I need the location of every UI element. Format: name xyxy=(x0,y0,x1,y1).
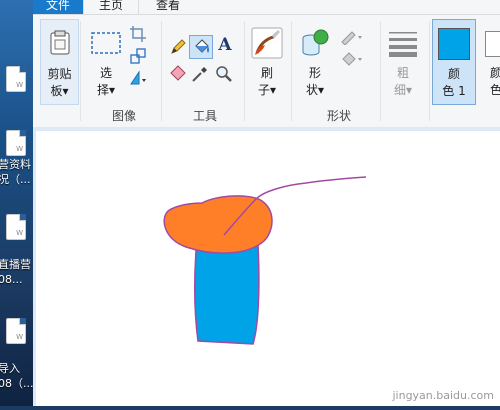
color2-button[interactable]: 颜色 xyxy=(481,19,500,103)
select-label: 选择▾ xyxy=(96,66,116,97)
color1-swatch xyxy=(438,28,470,60)
group-divider xyxy=(161,21,162,121)
text-tool-icon[interactable]: A xyxy=(216,35,234,57)
paint-window: 文件 主页 查看 剪贴 板▾ 选择▾ 图像 A 工具 刷 子▾ 形 状▾ 形状 … xyxy=(33,0,500,406)
tab-view[interactable]: 查看 xyxy=(143,0,193,14)
shapes-group-label: 形状 xyxy=(326,109,351,123)
tab-home[interactable]: 主页 xyxy=(83,0,139,14)
tab-file[interactable]: 文件 xyxy=(33,0,83,14)
clipboard-label: 剪贴 板▾ xyxy=(47,67,72,98)
desktop-file-label: 直播营 xyxy=(0,258,31,271)
clipboard-button[interactable]: 剪贴 板▾ xyxy=(40,19,79,105)
desktop-file-label: 导入 xyxy=(0,362,20,375)
brushes-button[interactable]: 刷子▾ xyxy=(247,19,287,103)
document-icon: W xyxy=(6,318,26,344)
select-rectangle-icon xyxy=(91,32,121,54)
color1-button[interactable]: 颜色 1 xyxy=(432,19,476,105)
desktop-strip: W W 营资料 况（... W 直播营 08... W 导入 08（... xyxy=(0,0,36,406)
eraser-icon[interactable] xyxy=(169,65,187,83)
size-label: 粗细▾ xyxy=(393,66,413,97)
desktop-file-3[interactable]: W 直播营 08... xyxy=(0,214,36,286)
crop-icon[interactable] xyxy=(129,25,147,43)
color2-label: 颜色 xyxy=(490,66,500,97)
ribbon: 剪贴 板▾ 选择▾ 图像 A 工具 刷 子▾ 形 状▾ 形状 粗 细▾ 颜 色 … xyxy=(33,14,500,128)
document-icon: W xyxy=(6,66,26,92)
image-group-label: 图像 xyxy=(111,109,136,123)
clipboard-icon xyxy=(50,30,70,55)
mushroom-drawing xyxy=(163,176,367,345)
desktop-file-label: 况（... xyxy=(0,173,31,186)
line-width-icon xyxy=(389,32,417,57)
drawing-canvas[interactable]: jingyan.baidu.com xyxy=(36,131,500,406)
desktop-file-label: 08（... xyxy=(0,377,34,390)
group-divider xyxy=(429,21,430,121)
outline-icon[interactable] xyxy=(340,27,364,45)
resize-icon[interactable] xyxy=(129,47,147,65)
brush-icon xyxy=(251,27,283,59)
desktop-file-1[interactable]: W xyxy=(0,58,36,108)
group-divider xyxy=(291,21,292,121)
shapes-label: 形状▾ xyxy=(305,66,325,97)
document-icon: W xyxy=(6,130,26,156)
color-picker-icon[interactable] xyxy=(191,65,209,83)
ribbon-tab-bar: 文件 主页 查看 xyxy=(33,0,500,14)
tools-group-label: 工具 xyxy=(192,109,217,123)
desktop-file-label: 08... xyxy=(0,273,23,286)
shapes-button[interactable]: 形状▾ xyxy=(295,19,335,103)
pencil-icon[interactable] xyxy=(169,38,187,56)
color1-label: 颜色 1 xyxy=(442,67,466,98)
document-icon: W xyxy=(6,214,26,240)
desktop-file-2[interactable]: W 营资料 况（... xyxy=(0,130,36,190)
desktop-file-4[interactable]: W 导入 08（... xyxy=(0,318,36,398)
shapes-icon xyxy=(302,29,329,56)
group-divider xyxy=(80,21,81,121)
fill-tool-button[interactable] xyxy=(189,35,213,59)
brushes-label: 刷子▾ xyxy=(257,66,277,97)
rotate-icon[interactable] xyxy=(129,69,151,87)
fill-shape-icon[interactable] xyxy=(340,49,364,67)
paint-bucket-icon xyxy=(195,39,209,53)
group-divider xyxy=(380,21,381,121)
canvas-area: jingyan.baidu.com xyxy=(33,127,500,406)
select-button[interactable]: 选择▾ xyxy=(86,19,126,103)
color2-swatch xyxy=(485,31,500,57)
desktop-file-label: 营资料 xyxy=(0,158,31,171)
group-divider xyxy=(244,21,245,121)
watermark: jingyan.baidu.com xyxy=(392,389,494,402)
size-button[interactable]: 粗细▾ xyxy=(383,19,423,103)
magnifier-icon[interactable] xyxy=(215,65,233,83)
